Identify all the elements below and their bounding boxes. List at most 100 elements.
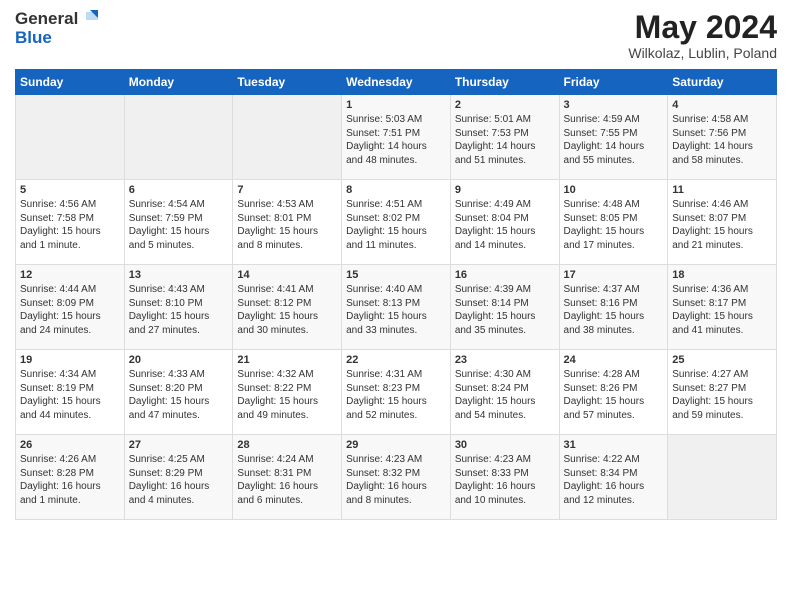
sunrise-text: Sunrise: 4:53 AM [237, 199, 313, 210]
calendar-body: 1 Sunrise: 5:03 AM Sunset: 7:51 PM Dayli… [16, 95, 777, 520]
sunrise-text: Sunrise: 4:27 AM [672, 369, 748, 380]
header-row: Sunday Monday Tuesday Wednesday Thursday… [16, 70, 777, 95]
cell-w2-d3: 8 Sunrise: 4:51 AM Sunset: 8:02 PM Dayli… [342, 180, 451, 265]
day-number: 12 [20, 269, 120, 281]
sunrise-text: Sunrise: 4:30 AM [455, 369, 531, 380]
daylight-text: Daylight: 15 hours and 8 minutes. [237, 226, 318, 251]
cell-info: Sunrise: 4:39 AM Sunset: 8:14 PM Dayligh… [455, 283, 555, 337]
day-number: 30 [455, 439, 555, 451]
cell-info: Sunrise: 4:46 AM Sunset: 8:07 PM Dayligh… [672, 198, 772, 252]
cell-w3-d4: 16 Sunrise: 4:39 AM Sunset: 8:14 PM Dayl… [450, 265, 559, 350]
day-number: 5 [20, 184, 120, 196]
col-wednesday: Wednesday [342, 70, 451, 95]
day-number: 27 [129, 439, 229, 451]
cell-info: Sunrise: 4:58 AM Sunset: 7:56 PM Dayligh… [672, 113, 772, 167]
cell-w3-d6: 18 Sunrise: 4:36 AM Sunset: 8:17 PM Dayl… [668, 265, 777, 350]
cell-info: Sunrise: 4:54 AM Sunset: 7:59 PM Dayligh… [129, 198, 229, 252]
day-number: 16 [455, 269, 555, 281]
day-number: 19 [20, 354, 120, 366]
daylight-text: Daylight: 15 hours and 11 minutes. [346, 226, 427, 251]
daylight-text: Daylight: 14 hours and 51 minutes. [455, 141, 536, 166]
daylight-text: Daylight: 16 hours and 12 minutes. [564, 481, 645, 506]
cell-info: Sunrise: 4:36 AM Sunset: 8:17 PM Dayligh… [672, 283, 772, 337]
sunrise-text: Sunrise: 5:01 AM [455, 114, 531, 125]
cell-info: Sunrise: 4:51 AM Sunset: 8:02 PM Dayligh… [346, 198, 446, 252]
day-number: 24 [564, 354, 664, 366]
cell-info: Sunrise: 4:41 AM Sunset: 8:12 PM Dayligh… [237, 283, 337, 337]
cell-w3-d0: 12 Sunrise: 4:44 AM Sunset: 8:09 PM Dayl… [16, 265, 125, 350]
sunrise-text: Sunrise: 4:32 AM [237, 369, 313, 380]
sunset-text: Sunset: 7:53 PM [455, 128, 529, 139]
col-tuesday: Tuesday [233, 70, 342, 95]
sunset-text: Sunset: 8:22 PM [237, 383, 311, 394]
sunrise-text: Sunrise: 4:23 AM [346, 454, 422, 465]
day-number: 3 [564, 99, 664, 111]
daylight-text: Daylight: 15 hours and 17 minutes. [564, 226, 645, 251]
sunset-text: Sunset: 8:20 PM [129, 383, 203, 394]
cell-w2-d1: 6 Sunrise: 4:54 AM Sunset: 7:59 PM Dayli… [124, 180, 233, 265]
week-row-5: 26 Sunrise: 4:26 AM Sunset: 8:28 PM Dayl… [16, 435, 777, 520]
cell-w2-d2: 7 Sunrise: 4:53 AM Sunset: 8:01 PM Dayli… [233, 180, 342, 265]
cell-info: Sunrise: 4:53 AM Sunset: 8:01 PM Dayligh… [237, 198, 337, 252]
sunrise-text: Sunrise: 4:39 AM [455, 284, 531, 295]
sunset-text: Sunset: 8:07 PM [672, 213, 746, 224]
sunset-text: Sunset: 8:31 PM [237, 468, 311, 479]
cell-info: Sunrise: 4:23 AM Sunset: 8:33 PM Dayligh… [455, 453, 555, 507]
cell-info: Sunrise: 4:43 AM Sunset: 8:10 PM Dayligh… [129, 283, 229, 337]
sunrise-text: Sunrise: 4:46 AM [672, 199, 748, 210]
cell-w2-d0: 5 Sunrise: 4:56 AM Sunset: 7:58 PM Dayli… [16, 180, 125, 265]
sunrise-text: Sunrise: 4:36 AM [672, 284, 748, 295]
sunset-text: Sunset: 7:56 PM [672, 128, 746, 139]
cell-info: Sunrise: 4:31 AM Sunset: 8:23 PM Dayligh… [346, 368, 446, 422]
day-number: 10 [564, 184, 664, 196]
cell-info: Sunrise: 4:44 AM Sunset: 8:09 PM Dayligh… [20, 283, 120, 337]
cell-w1-d3: 1 Sunrise: 5:03 AM Sunset: 7:51 PM Dayli… [342, 95, 451, 180]
sunrise-text: Sunrise: 4:43 AM [129, 284, 205, 295]
daylight-text: Daylight: 15 hours and 27 minutes. [129, 311, 210, 336]
cell-w4-d2: 21 Sunrise: 4:32 AM Sunset: 8:22 PM Dayl… [233, 350, 342, 435]
sunrise-text: Sunrise: 4:33 AM [129, 369, 205, 380]
daylight-text: Daylight: 15 hours and 33 minutes. [346, 311, 427, 336]
sunrise-text: Sunrise: 4:56 AM [20, 199, 96, 210]
cell-info: Sunrise: 4:34 AM Sunset: 8:19 PM Dayligh… [20, 368, 120, 422]
daylight-text: Daylight: 15 hours and 21 minutes. [672, 226, 753, 251]
sunset-text: Sunset: 8:28 PM [20, 468, 94, 479]
calendar-table: Sunday Monday Tuesday Wednesday Thursday… [15, 69, 777, 520]
sunrise-text: Sunrise: 4:26 AM [20, 454, 96, 465]
sunrise-text: Sunrise: 5:03 AM [346, 114, 422, 125]
cell-info: Sunrise: 4:49 AM Sunset: 8:04 PM Dayligh… [455, 198, 555, 252]
day-number: 1 [346, 99, 446, 111]
sunrise-text: Sunrise: 4:51 AM [346, 199, 422, 210]
daylight-text: Daylight: 15 hours and 57 minutes. [564, 396, 645, 421]
cell-w4-d5: 24 Sunrise: 4:28 AM Sunset: 8:26 PM Dayl… [559, 350, 668, 435]
daylight-text: Daylight: 15 hours and 38 minutes. [564, 311, 645, 336]
sunset-text: Sunset: 7:58 PM [20, 213, 94, 224]
week-row-4: 19 Sunrise: 4:34 AM Sunset: 8:19 PM Dayl… [16, 350, 777, 435]
daylight-text: Daylight: 16 hours and 4 minutes. [129, 481, 210, 506]
daylight-text: Daylight: 15 hours and 44 minutes. [20, 396, 101, 421]
cell-w1-d2 [233, 95, 342, 180]
cell-w3-d5: 17 Sunrise: 4:37 AM Sunset: 8:16 PM Dayl… [559, 265, 668, 350]
sunset-text: Sunset: 8:29 PM [129, 468, 203, 479]
cell-w5-d4: 30 Sunrise: 4:23 AM Sunset: 8:33 PM Dayl… [450, 435, 559, 520]
sunset-text: Sunset: 7:51 PM [346, 128, 420, 139]
cell-info: Sunrise: 4:22 AM Sunset: 8:34 PM Dayligh… [564, 453, 664, 507]
cell-w2-d5: 10 Sunrise: 4:48 AM Sunset: 8:05 PM Dayl… [559, 180, 668, 265]
cell-w5-d3: 29 Sunrise: 4:23 AM Sunset: 8:32 PM Dayl… [342, 435, 451, 520]
cell-info: Sunrise: 4:32 AM Sunset: 8:22 PM Dayligh… [237, 368, 337, 422]
cell-info: Sunrise: 4:48 AM Sunset: 8:05 PM Dayligh… [564, 198, 664, 252]
daylight-text: Daylight: 14 hours and 58 minutes. [672, 141, 753, 166]
sunset-text: Sunset: 8:12 PM [237, 298, 311, 309]
logo-general-text: General [15, 10, 78, 29]
sunrise-text: Sunrise: 4:22 AM [564, 454, 640, 465]
cell-w4-d6: 25 Sunrise: 4:27 AM Sunset: 8:27 PM Dayl… [668, 350, 777, 435]
calendar-header: Sunday Monday Tuesday Wednesday Thursday… [16, 70, 777, 95]
sunset-text: Sunset: 8:16 PM [564, 298, 638, 309]
cell-info: Sunrise: 4:23 AM Sunset: 8:32 PM Dayligh… [346, 453, 446, 507]
day-number: 8 [346, 184, 446, 196]
sunrise-text: Sunrise: 4:24 AM [237, 454, 313, 465]
col-monday: Monday [124, 70, 233, 95]
col-sunday: Sunday [16, 70, 125, 95]
sunrise-text: Sunrise: 4:49 AM [455, 199, 531, 210]
day-number: 9 [455, 184, 555, 196]
